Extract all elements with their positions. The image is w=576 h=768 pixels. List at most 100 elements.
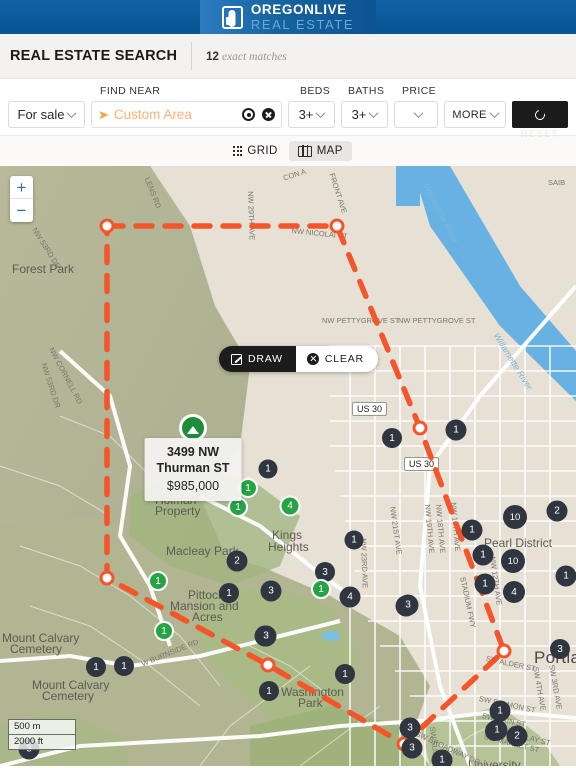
map-cluster-marker[interactable]: 3 [255, 625, 277, 647]
page-header: REAL ESTATE SEARCH 12 exact matches [0, 34, 576, 79]
scale-imperial: 2000 ft [8, 734, 76, 750]
map-cluster-marker[interactable]: 4 [279, 495, 301, 517]
callout-address-line1: 3499 NW [166, 445, 220, 459]
map-cluster-marker[interactable]: 4 [503, 581, 525, 603]
map-cluster-marker[interactable]: 3 [260, 580, 282, 602]
map-cluster-marker[interactable]: 10 [501, 549, 525, 573]
grid-dots-icon [233, 146, 243, 156]
location-arrow-icon: ➤ [97, 106, 110, 123]
map-cluster-marker[interactable]: 2 [226, 550, 248, 572]
map-cluster-marker[interactable]: 1 [472, 544, 494, 566]
callout-address-line2: Thurman ST [156, 460, 230, 475]
scale-metric: 500 m [8, 719, 76, 734]
filter-bar: FIND NEAR BEDS BATHS PRICE For sale ➤ Cu… [0, 79, 576, 139]
map-cluster-marker[interactable]: 3 [401, 737, 423, 759]
chevron-down-icon [368, 108, 379, 119]
draw-clear-toolbar: DRAW CLEAR [219, 346, 378, 372]
x-circle-icon [306, 353, 319, 365]
map-cluster-marker[interactable]: 3 [397, 594, 419, 616]
beds-select[interactable]: 3+ [288, 101, 335, 128]
listing-type-select[interactable]: For sale [8, 101, 85, 128]
zoom-in-button[interactable]: + [10, 176, 33, 199]
callout-price: $985,000 [166, 479, 220, 494]
label-baths: BATHS [348, 85, 385, 97]
view-toggle-bar: GRID MAP [0, 136, 576, 166]
drawn-search-polygon[interactable] [0, 166, 576, 766]
map-cluster-marker[interactable]: 1 [461, 519, 483, 541]
price-select[interactable] [394, 101, 438, 128]
map-cluster-marker[interactable]: 4 [339, 586, 361, 608]
results-count-block: 12 exact matches [206, 47, 287, 65]
find-near-value: Custom Area [113, 107, 192, 122]
brand-wordmark: OREGONLIVE REAL ESTATE [251, 3, 354, 31]
map-cluster-marker[interactable]: 1 [445, 419, 467, 441]
tab-grid-label: GRID [247, 145, 278, 157]
draw-button[interactable]: DRAW [219, 346, 296, 372]
map-cluster-marker[interactable]: 1 [259, 681, 279, 701]
header-divider [191, 42, 193, 70]
map-cluster-marker[interactable]: 1 [114, 656, 134, 676]
page-title: REAL ESTATE SEARCH [10, 48, 178, 64]
map-cluster-marker[interactable]: 1 [344, 530, 364, 550]
filter-labels: FIND NEAR BEDS BATHS PRICE [0, 85, 576, 99]
label-find-near: FIND NEAR [100, 85, 161, 97]
results-count: 12 [206, 51, 219, 63]
map-zoom-controls[interactable]: + − [10, 176, 33, 222]
baths-select[interactable]: 3+ [341, 101, 388, 128]
reset-button[interactable]: RESET [512, 101, 568, 139]
x-circle-icon[interactable] [262, 108, 275, 121]
tab-grid-view[interactable]: GRID [224, 141, 287, 161]
baths-value: 3+ [351, 107, 367, 122]
map-cluster-marker[interactable]: 2 [506, 725, 528, 747]
brand-bar: OREGONLIVE REAL ESTATE [0, 0, 576, 34]
oregonlive-o-logo-icon [221, 5, 243, 29]
find-near-input[interactable]: ➤ Custom Area [91, 101, 282, 128]
map-cluster-marker[interactable]: 1 [431, 749, 453, 766]
beds-value: 3+ [298, 107, 314, 122]
listing-type-value: For sale [17, 107, 65, 122]
property-callout[interactable]: 3499 NW Thurman ST $985,000 [144, 438, 242, 502]
brand-name-primary: OREGONLIVE [250, 2, 347, 18]
chevron-down-icon [67, 108, 77, 119]
tab-map-view[interactable]: MAP [288, 141, 352, 161]
results-count-label: exact matches [221, 51, 287, 63]
chevron-down-icon [315, 108, 326, 119]
reset-button-label: RESET [520, 129, 559, 139]
map-cluster-marker[interactable]: 1 [486, 719, 508, 741]
brand-name-secondary: REAL ESTATE [250, 16, 355, 32]
map-cluster-marker[interactable]: 3 [550, 639, 570, 659]
map-cluster-marker[interactable]: 1 [86, 657, 106, 677]
map-cluster-marker[interactable]: 1 [474, 573, 496, 595]
clear-button[interactable]: CLEAR [295, 346, 378, 372]
chevron-down-icon [489, 108, 500, 119]
map-cluster-marker[interactable]: 3 [399, 717, 421, 739]
map-cluster-marker[interactable]: 1 [311, 579, 331, 599]
brand-logo-block[interactable]: OREGONLIVE REAL ESTATE [199, 0, 377, 34]
map-scale-bar: 500 m 2000 ft [8, 719, 76, 750]
map-cluster-marker[interactable]: 1 [148, 571, 168, 591]
map-cluster-marker[interactable]: 1 [335, 664, 355, 684]
map-cluster-marker[interactable]: 1 [382, 428, 402, 448]
refresh-circle-icon [533, 107, 547, 122]
label-price: PRICE [402, 85, 437, 97]
map-cluster-marker[interactable]: 1 [258, 459, 278, 479]
tab-map-label: MAP [316, 145, 343, 157]
clear-button-label: CLEAR [324, 353, 364, 365]
zoom-out-button[interactable]: − [10, 199, 33, 222]
map-cluster-marker[interactable]: 1 [555, 565, 576, 587]
map-cluster-marker[interactable]: 1 [219, 583, 239, 603]
map-cluster-marker[interactable]: 10 [503, 505, 527, 529]
filter-controls: For sale ➤ Custom Area 3+ 3+ MORE RESET [0, 101, 576, 139]
chevron-down-icon [413, 108, 423, 119]
more-filters-label: MORE [452, 108, 487, 121]
map-cluster-marker[interactable]: 1 [154, 621, 174, 641]
label-beds: BEDS [300, 85, 331, 97]
map-cluster-marker[interactable]: 2 [546, 500, 568, 522]
pencil-square-icon [231, 353, 242, 365]
map-view[interactable]: Forest Park NW 53RD DR NW 53RD DR NW CORNEL… [0, 166, 576, 766]
crosshair-target-icon[interactable] [242, 108, 255, 121]
folded-map-icon [297, 145, 312, 157]
map-cluster-marker[interactable]: 1 [489, 700, 511, 722]
more-filters-select[interactable]: MORE [444, 101, 506, 128]
draw-button-label: DRAW [248, 353, 283, 365]
